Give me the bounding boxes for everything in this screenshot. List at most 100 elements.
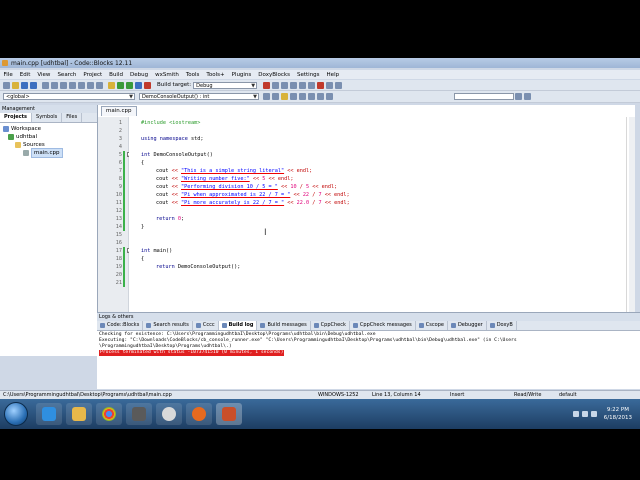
taskbar-chrome[interactable] bbox=[96, 403, 122, 425]
open-icon[interactable] bbox=[12, 81, 19, 89]
line-number: 6 bbox=[118, 160, 122, 166]
debug-start-icon[interactable] bbox=[263, 81, 271, 89]
run-icon[interactable] bbox=[117, 81, 124, 89]
jump-back-icon[interactable] bbox=[263, 93, 270, 100]
line-number: 13 bbox=[115, 216, 122, 222]
menu-edit[interactable]: Edit bbox=[16, 72, 34, 78]
codeblocks-window: main.cpp [udhtbal] - Code::Blocks 12.11 … bbox=[0, 58, 640, 400]
tab-cppcheck[interactable]: CppCheck bbox=[311, 321, 350, 330]
tab-cccc[interactable]: Cccc bbox=[193, 321, 219, 330]
code-line-14: } bbox=[141, 223, 144, 231]
replace-icon[interactable] bbox=[96, 81, 103, 89]
volume-icon[interactable] bbox=[590, 411, 597, 417]
menu-help[interactable]: Help bbox=[323, 72, 343, 78]
uncomment-icon[interactable] bbox=[326, 93, 333, 100]
tab-build-messages[interactable]: Build messages bbox=[257, 321, 311, 330]
prev-bookmark-icon[interactable] bbox=[299, 93, 306, 100]
find-icon[interactable] bbox=[87, 81, 94, 89]
build-icon[interactable] bbox=[108, 81, 115, 89]
taskbar-firefox[interactable] bbox=[186, 403, 212, 425]
cut-icon[interactable] bbox=[60, 81, 67, 89]
taskbar-ie[interactable] bbox=[36, 403, 62, 425]
redo-icon[interactable] bbox=[51, 81, 58, 89]
paste-icon[interactable] bbox=[78, 81, 85, 89]
tab-symbols[interactable]: Symbols bbox=[32, 113, 63, 122]
search-combo[interactable] bbox=[454, 93, 514, 100]
taskbar-codeblocks[interactable] bbox=[216, 403, 242, 425]
menu-plugins[interactable]: Plugins bbox=[228, 72, 255, 78]
tab-build-log[interactable]: Build log bbox=[218, 321, 258, 330]
title-bar[interactable]: main.cpp [udhtbal] - Code::Blocks 12.11 bbox=[0, 58, 640, 68]
tab-doxyblocks[interactable]: DoxyB bbox=[487, 321, 517, 330]
log-error-line: Process terminated with status -10737415… bbox=[99, 350, 285, 356]
line-number: 14 bbox=[115, 224, 122, 230]
menu-view[interactable]: View bbox=[34, 72, 54, 78]
tab-debugger[interactable]: Debugger bbox=[448, 321, 487, 330]
next-line-icon[interactable] bbox=[281, 81, 289, 89]
debug-info-icon[interactable] bbox=[335, 81, 343, 89]
copy-icon[interactable] bbox=[69, 81, 76, 89]
tree-item-main-cpp[interactable]: main.cpp bbox=[3, 148, 97, 158]
menu-project[interactable]: Project bbox=[80, 72, 106, 78]
search-icon[interactable] bbox=[515, 93, 522, 100]
step-out-icon[interactable] bbox=[299, 81, 307, 89]
start-button-icon[interactable] bbox=[4, 402, 28, 426]
tab-codeblocks-log[interactable]: Code::Blocks bbox=[97, 321, 144, 330]
network-icon[interactable] bbox=[581, 411, 588, 417]
menu-debug[interactable]: Debug bbox=[126, 72, 151, 78]
build-log-output[interactable]: Checking for existence: C:\Users\Program… bbox=[97, 331, 640, 357]
tab-search-results[interactable]: Search results bbox=[143, 321, 193, 330]
build-target-select[interactable]: Debug ▼ bbox=[193, 81, 258, 89]
code-text: cout bbox=[156, 176, 169, 182]
menu-file[interactable]: File bbox=[0, 72, 16, 78]
menu-wxsmith[interactable]: wxSmith bbox=[152, 72, 183, 78]
save-all-icon[interactable] bbox=[30, 81, 37, 89]
rebuild-icon[interactable] bbox=[135, 81, 142, 89]
code-completion-toolbar: <global> ▼ DemoConsoleOutput() : int ▼ bbox=[0, 91, 640, 103]
scope-select[interactable]: <global> ▼ bbox=[3, 93, 135, 100]
menu-build[interactable]: Build bbox=[106, 72, 127, 78]
comment-icon[interactable] bbox=[317, 93, 324, 100]
undo-icon[interactable] bbox=[42, 81, 49, 89]
regex-icon[interactable] bbox=[524, 93, 531, 100]
clock[interactable]: 9:22 PM 6/18/2013 bbox=[604, 406, 632, 422]
taskbar-media[interactable] bbox=[156, 403, 182, 425]
mouse-cursor-icon: I bbox=[264, 228, 267, 238]
new-file-icon[interactable] bbox=[3, 81, 10, 89]
number-literal: 7 bbox=[318, 200, 322, 206]
run-to-cursor-icon[interactable] bbox=[272, 81, 280, 89]
tab-cscope[interactable]: Cscope bbox=[416, 321, 448, 330]
code-text: { bbox=[141, 256, 145, 262]
logs-panel: Logs & others Code::Blocks Search result… bbox=[97, 312, 640, 389]
debug-windows-icon[interactable] bbox=[326, 81, 334, 89]
operator: << bbox=[171, 184, 178, 190]
highlight-icon[interactable] bbox=[281, 93, 288, 100]
editor-tab-main-cpp[interactable]: main.cpp bbox=[101, 106, 137, 116]
tree-item-project[interactable]: udhtbal bbox=[3, 133, 97, 141]
gear-icon bbox=[221, 323, 227, 328]
menu-doxyblocks[interactable]: DoxyBlocks bbox=[255, 72, 294, 78]
tree-item-workspace[interactable]: Workspace bbox=[3, 125, 97, 133]
menu-tools[interactable]: Tools bbox=[182, 72, 203, 78]
tab-files[interactable]: Files bbox=[62, 113, 83, 122]
abort-icon[interactable] bbox=[144, 81, 151, 89]
taskbar-recorder[interactable] bbox=[126, 403, 152, 425]
stop-debugger-icon[interactable] bbox=[317, 81, 325, 89]
tab-cppcheck-messages[interactable]: CppCheck messages bbox=[350, 321, 416, 330]
tab-projects[interactable]: Projects bbox=[0, 113, 33, 122]
next-bookmark-icon[interactable] bbox=[308, 93, 315, 100]
function-select[interactable]: DemoConsoleOutput() : int ▼ bbox=[139, 93, 259, 100]
tab-label: Search results bbox=[153, 322, 189, 328]
menu-tools-plus[interactable]: Tools+ bbox=[203, 72, 228, 78]
save-icon[interactable] bbox=[21, 81, 28, 89]
internet-explorer-icon bbox=[42, 407, 56, 421]
flag-icon[interactable] bbox=[572, 411, 579, 417]
jump-forward-icon[interactable] bbox=[272, 93, 279, 100]
next-instruction-icon[interactable] bbox=[308, 81, 316, 89]
step-into-icon[interactable] bbox=[290, 81, 298, 89]
taskbar-explorer[interactable] bbox=[66, 403, 92, 425]
toggle-bookmark-icon[interactable] bbox=[290, 93, 297, 100]
menu-settings[interactable]: Settings bbox=[293, 72, 323, 78]
build-and-run-icon[interactable] bbox=[126, 81, 133, 89]
menu-search[interactable]: Search bbox=[54, 72, 80, 78]
